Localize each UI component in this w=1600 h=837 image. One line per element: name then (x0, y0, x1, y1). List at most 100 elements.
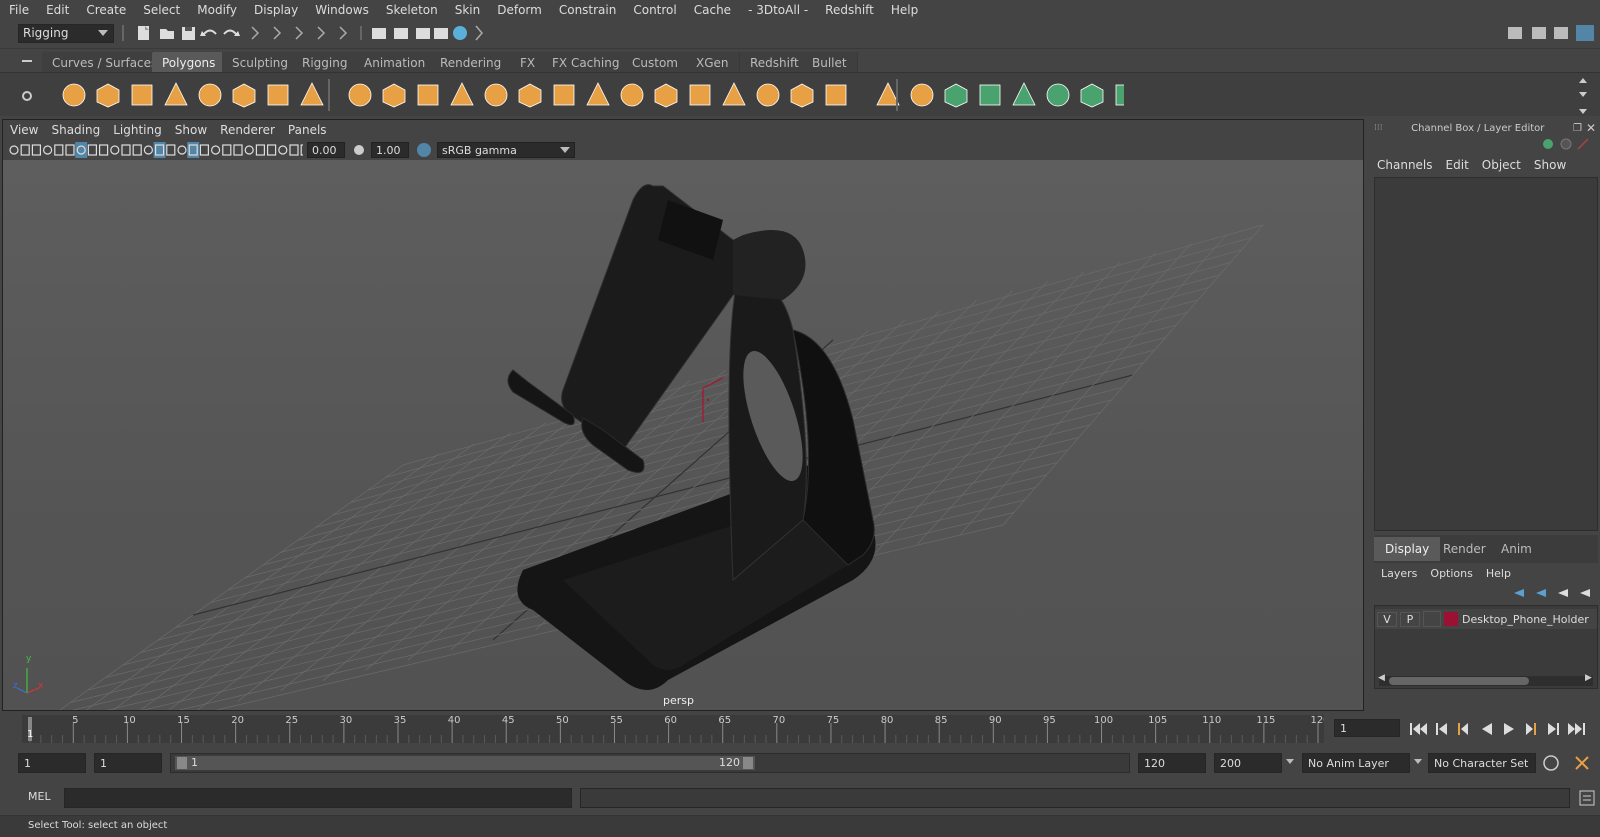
uv-editor-icon[interactable] (910, 83, 934, 107)
isolate-select-icon[interactable] (255, 144, 265, 156)
menu-skeleton[interactable]: Skeleton (377, 3, 446, 17)
anim-layer-dropdown[interactable]: No Anim Layer (1302, 753, 1410, 773)
shelf-tab-rendering[interactable]: Rendering (430, 52, 513, 73)
xray-joints-icon[interactable] (278, 145, 288, 155)
extract-icon[interactable] (417, 84, 439, 106)
spherical-map-icon[interactable] (1046, 83, 1070, 107)
layer-display-type-toggle[interactable] (1423, 611, 1441, 627)
poly-cylinder-icon[interactable] (131, 84, 153, 106)
viewport-menu-view[interactable]: View (3, 123, 44, 137)
modeling-toolkit-icon[interactable] (1508, 27, 1522, 39)
boolean-icon[interactable] (553, 84, 575, 106)
viewport-menu-panels[interactable]: Panels (281, 123, 333, 137)
menu-3dtoall[interactable]: - 3DtoAll - (739, 3, 816, 17)
textured-icon[interactable] (187, 142, 200, 158)
shelf-tab-redshift[interactable]: Redshift (740, 52, 810, 73)
redo-icon[interactable] (223, 29, 240, 37)
create-empty-layer-icon[interactable] (1558, 589, 1568, 597)
new-scene-icon[interactable] (138, 26, 149, 40)
time-slider-track[interactable]: 5 10 15 20 25 30 35 40 45 50 55 60 65 70 75 80 85 90 95 100… (22, 715, 1330, 743)
motion-blur-icon[interactable] (233, 144, 243, 156)
desktop-phone-holder-model[interactable] (507, 184, 876, 690)
layer-tab-display[interactable]: Display (1374, 537, 1441, 561)
shelf-menu-icon[interactable] (20, 55, 34, 69)
combine-icon[interactable] (348, 83, 372, 107)
merge-icon[interactable] (756, 83, 780, 107)
default-material-icon[interactable] (166, 144, 176, 156)
select-camera-icon[interactable] (9, 145, 19, 155)
render-view-icons[interactable] (372, 28, 430, 39)
backface-culling-icon[interactable] (289, 144, 299, 156)
layer-tab-render[interactable]: Render (1432, 537, 1497, 561)
perspective-viewport[interactable]: y x z persp (3, 160, 1363, 710)
gamma-icon[interactable] (351, 142, 367, 158)
safe-action-icon[interactable] (132, 144, 142, 156)
channel-box-menu-show[interactable]: Show (1534, 158, 1566, 172)
viewport-menu-shading[interactable]: Shading (44, 123, 106, 137)
tool-settings-icon[interactable] (1554, 27, 1568, 39)
gate-mask-icon[interactable] (110, 145, 120, 155)
shelf-tab-xgen[interactable]: XGen (686, 52, 740, 73)
mirror-icon[interactable] (518, 83, 542, 108)
menu-skin[interactable]: Skin (446, 3, 489, 17)
playback-end-field[interactable]: 120 (1138, 753, 1206, 773)
fill-hole-icon[interactable] (790, 83, 814, 108)
channel-box-menu-channels[interactable]: Channels (1377, 158, 1433, 172)
shelf-tab-sculpting[interactable]: Sculpting (222, 52, 300, 73)
menu-select[interactable]: Select (134, 3, 188, 17)
float-panel-icon[interactable]: ❐ (1573, 123, 1582, 134)
bevel-icon[interactable] (586, 82, 610, 106)
menu-windows[interactable]: Windows (306, 3, 377, 17)
drag-handle-icon[interactable]: ⁞⁞⁞ (1374, 123, 1383, 133)
render-settings-icon[interactable] (434, 28, 448, 39)
bookmarks-icon[interactable] (31, 144, 41, 156)
hypershade-icon[interactable] (453, 26, 467, 40)
animation-end-field[interactable]: 200 (1214, 753, 1282, 773)
grease-pencil-icon[interactable] (65, 144, 75, 156)
menu-redshift[interactable]: Redshift (816, 3, 882, 17)
attribute-editor-icon[interactable] (1532, 27, 1546, 39)
menu-deform[interactable]: Deform (488, 3, 550, 17)
scroll-left-icon[interactable]: ◀ (1378, 673, 1385, 683)
layer-visibility-toggle[interactable]: V (1377, 611, 1397, 627)
gamma-field[interactable]: 1.00 (371, 142, 409, 158)
shelf-tab-fx[interactable]: FX (510, 52, 547, 73)
shelf-tab-fx-caching[interactable]: FX Caching (542, 52, 631, 73)
shelf-gear-icon[interactable] (20, 89, 34, 103)
menu-constrain[interactable]: Constrain (550, 3, 625, 17)
play-backwards-icon[interactable] (1482, 723, 1492, 735)
menu-edit[interactable]: Edit (37, 3, 77, 17)
step-back-icon[interactable] (1436, 723, 1447, 735)
menu-control[interactable]: Control (624, 3, 684, 17)
layer-menu-options[interactable]: Options (1430, 567, 1472, 580)
poly-cone-icon[interactable] (164, 82, 188, 106)
view-transform-dropdown[interactable]: sRGB gamma (437, 142, 575, 158)
poly-cube-icon[interactable] (96, 83, 120, 108)
smooth-icon[interactable] (450, 82, 474, 106)
center-pivot-icon[interactable] (825, 84, 847, 106)
viewport-menu-renderer[interactable]: Renderer (213, 123, 281, 137)
exposure-field[interactable]: 0.00 (307, 142, 345, 158)
shadows-icon[interactable] (211, 145, 221, 155)
character-set-dropdown[interactable]: No Character Set (1428, 753, 1536, 773)
xray-icon[interactable] (267, 144, 277, 156)
shelf-tab-rigging[interactable]: Rigging (292, 52, 359, 73)
shelf-tab-animation[interactable]: Animation (354, 52, 437, 73)
multi-cut-icon[interactable] (689, 84, 711, 106)
layer-playback-toggle[interactable]: P (1400, 611, 1420, 627)
resolution-gate-icon[interactable] (98, 144, 109, 156)
wireframe-on-shaded-icon[interactable] (177, 145, 187, 155)
auto-key-icon[interactable] (1543, 755, 1559, 771)
bridge-icon[interactable] (620, 83, 644, 107)
channel-box-menu-object[interactable]: Object (1482, 158, 1521, 172)
shelf-scroll-icon[interactable] (1576, 75, 1590, 115)
move-layer-up-icon[interactable] (1514, 589, 1524, 597)
automatic-map-icon[interactable] (979, 84, 1001, 106)
layer-row[interactable]: V P Desktop_Phone_Holder (1375, 609, 1597, 629)
exposure-icon[interactable] (300, 144, 303, 156)
viewport-menu-lighting[interactable]: Lighting (106, 123, 168, 137)
shelf-tab-custom[interactable]: Custom (622, 52, 689, 73)
current-frame-field[interactable]: 1 (1334, 719, 1400, 737)
anti-aliasing-icon[interactable] (244, 145, 254, 155)
viewport-menu-show[interactable]: Show (168, 123, 213, 137)
